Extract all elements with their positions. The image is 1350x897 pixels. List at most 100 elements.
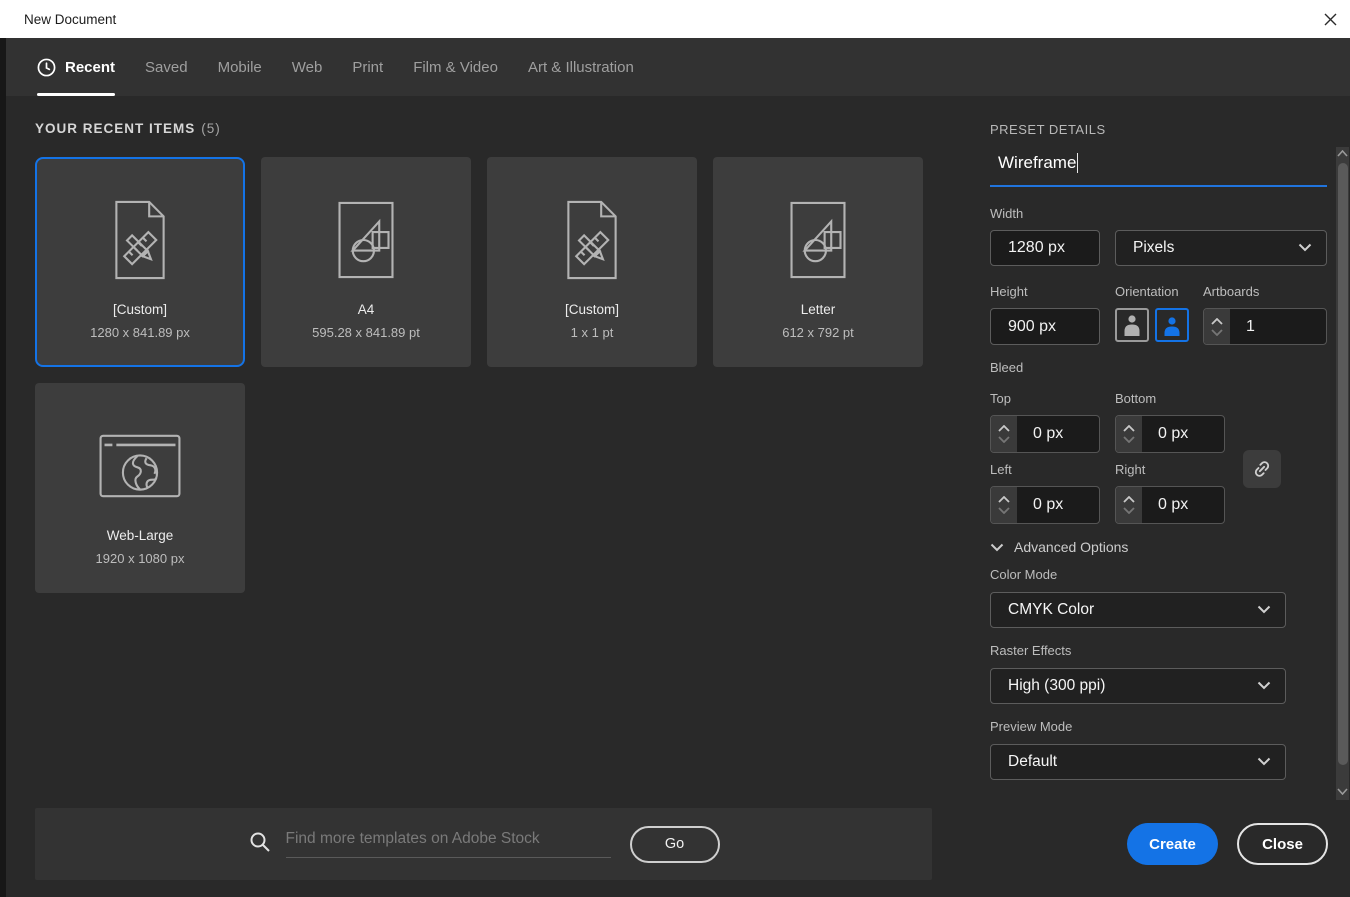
panel-scrollbar[interactable] [1336,147,1349,800]
tab-label: Print [352,59,383,76]
tab-art-illustration[interactable]: Art & Illustration [528,38,634,96]
bleed-label: Bleed [990,360,1023,375]
orientation-label: Orientation [1115,284,1179,299]
document-name-input[interactable]: Wireframe [990,153,1327,187]
dialog-title: New Document [24,12,116,27]
title-bar: New Document [0,0,1350,38]
portrait-icon [1122,314,1142,336]
shapes-doc-icon [328,195,404,285]
template-card[interactable]: [Custom] 1280 x 841.89 px [35,157,245,367]
tab-saved[interactable]: Saved [145,38,188,96]
scroll-down-icon[interactable] [1336,788,1349,795]
preview-mode-dropdown[interactable]: Default [990,744,1286,780]
close-icon[interactable] [1320,9,1340,29]
color-mode-dropdown[interactable]: CMYK Color [990,592,1286,628]
advanced-options-toggle[interactable]: Advanced Options [990,539,1128,555]
bleed-right-stepper[interactable]: 0 px [1115,486,1225,524]
recent-items-grid: [Custom] 1280 x 841.89 px A4 595.28 x 84… [35,157,923,593]
tab-web[interactable]: Web [292,38,323,96]
raster-effects-value: High (300 ppi) [1008,677,1105,695]
clock-icon [37,58,56,77]
template-dims: 595.28 x 841.89 pt [312,325,420,340]
chevron-down-icon [1298,239,1312,257]
tab-label: Art & Illustration [528,59,634,76]
bleed-top-stepper[interactable]: 0 px [990,415,1100,453]
template-name: [Custom] [565,302,619,317]
tab-mobile[interactable]: Mobile [218,38,262,96]
custom-doc-icon [550,195,634,285]
color-mode-label: Color Mode [990,567,1057,582]
custom-doc-icon [98,195,182,285]
template-dims: 612 x 792 pt [782,325,854,340]
template-card[interactable]: Letter 612 x 792 pt [713,157,923,367]
tab-label: Film & Video [413,59,498,76]
width-label: Width [990,206,1023,221]
text-caret [1077,153,1078,173]
bleed-right-value: 0 px [1142,487,1224,523]
bleed-bottom-label: Bottom [1115,391,1156,406]
tab-film-video[interactable]: Film & Video [413,38,498,96]
bleed-left-value: 0 px [1017,487,1099,523]
stock-search-input[interactable]: Find more templates on Adobe Stock [286,830,611,858]
tab-label: Mobile [218,59,262,76]
dialog-left-edge [0,38,6,897]
go-button[interactable]: Go [630,826,720,863]
preview-mode-value: Default [1008,753,1057,771]
new-document-dialog: New Document Recent Saved Mobile Web Pri… [0,0,1350,897]
units-value: Pixels [1133,239,1174,257]
tab-print[interactable]: Print [352,38,383,96]
height-label: Height [990,284,1028,299]
color-mode-value: CMYK Color [1008,601,1094,619]
template-dims: 1920 x 1080 px [96,551,185,566]
chevron-down-icon [1257,601,1271,619]
scrollbar-thumb[interactable] [1338,163,1348,765]
template-name: Web-Large [107,528,174,543]
raster-effects-label: Raster Effects [990,643,1071,658]
template-card[interactable]: A4 595.28 x 841.89 pt [261,157,471,367]
height-input[interactable]: 900 px [990,308,1100,345]
create-button[interactable]: Create [1127,823,1218,865]
artboards-stepper[interactable]: 1 [1203,308,1327,345]
stock-search-bar: Find more templates on Adobe Stock Go [35,808,932,880]
bleed-right-label: Right [1115,462,1145,477]
bleed-left-label: Left [990,462,1012,477]
portrait-orientation-button[interactable] [1115,308,1149,342]
chevron-down-icon [1123,436,1135,443]
bleed-left-stepper[interactable]: 0 px [990,486,1100,524]
width-input[interactable]: 1280 px [990,230,1100,266]
close-button[interactable]: Close [1237,823,1328,865]
chevron-up-icon [1211,318,1223,325]
chevron-down-icon [1211,329,1223,336]
web-doc-icon [94,430,186,502]
bleed-bottom-value: 0 px [1142,416,1224,452]
chevron-up-icon [1123,496,1135,503]
tab-bar: Recent Saved Mobile Web Print Film & Vid… [0,38,1350,96]
preview-mode-label: Preview Mode [990,719,1072,734]
chevron-up-icon [1123,425,1135,432]
chevron-up-icon [998,425,1010,432]
template-name: Letter [801,302,836,317]
raster-effects-dropdown[interactable]: High (300 ppi) [990,668,1286,704]
advanced-options-label: Advanced Options [1014,539,1128,555]
template-card[interactable]: Web-Large 1920 x 1080 px [35,383,245,593]
search-icon [248,830,272,859]
link-bleed-values-button[interactable] [1243,450,1281,488]
units-dropdown[interactable]: Pixels [1115,230,1327,266]
artboards-label: Artboards [1203,284,1259,299]
chevron-down-icon [1123,507,1135,514]
template-card[interactable]: [Custom] 1 x 1 pt [487,157,697,367]
template-dims: 1 x 1 pt [571,325,614,340]
bleed-top-value: 0 px [1017,416,1099,452]
landscape-orientation-button[interactable] [1155,308,1189,342]
chevron-down-icon [990,543,1004,552]
scroll-up-icon[interactable] [1336,150,1349,157]
bleed-bottom-stepper[interactable]: 0 px [1115,415,1225,453]
chevron-down-icon [998,507,1010,514]
chevron-down-icon [1257,677,1271,695]
tab-recent[interactable]: Recent [37,38,115,96]
recent-items-heading-text: YOUR RECENT ITEMS [35,121,195,136]
preset-details-heading: PRESET DETAILS [990,122,1106,137]
recent-items-heading: YOUR RECENT ITEMS(5) [35,121,221,136]
chevron-up-icon [998,496,1010,503]
tab-label: Saved [145,59,188,76]
